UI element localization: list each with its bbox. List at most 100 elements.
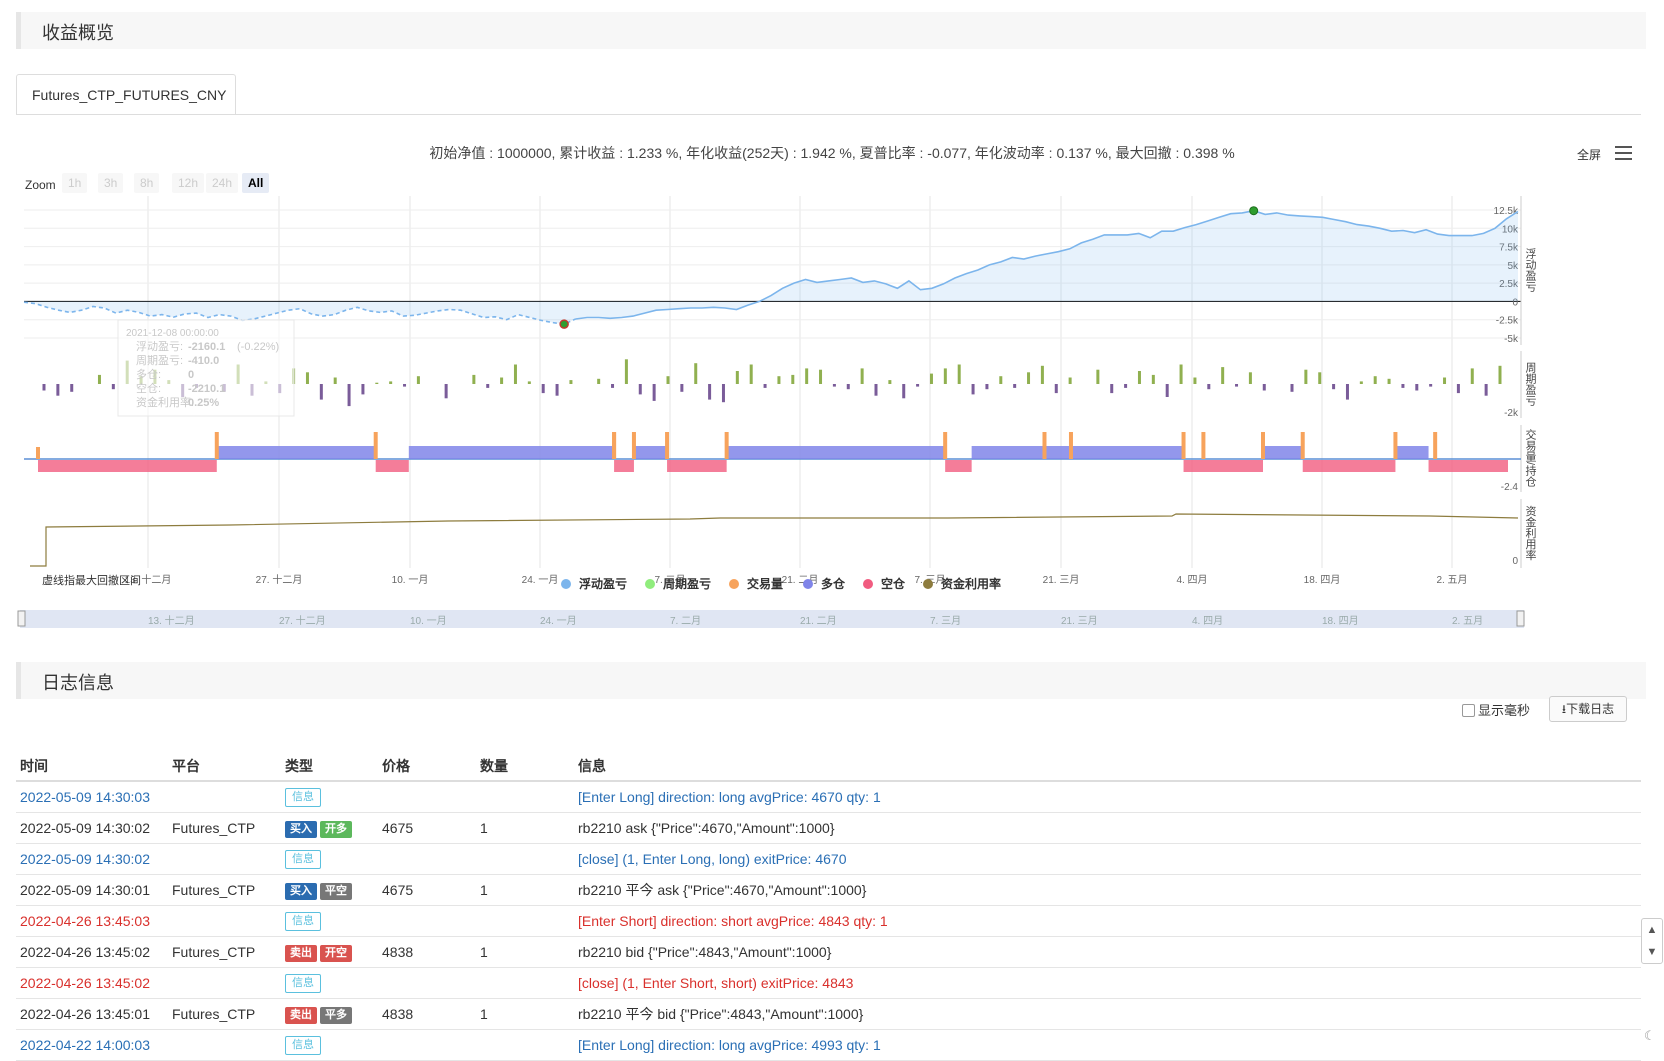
log-time: 2022-05-09 14:30:02 — [16, 812, 168, 844]
navigator-tick: 27. 十二月 — [279, 614, 326, 627]
log-row: 2022-04-22 14:00:03 信息 [Enter Long] direct… — [16, 1029, 1641, 1061]
period-pnl-bar — [1484, 384, 1488, 396]
period-pnl-bar — [1359, 381, 1363, 384]
period-pnl-bar — [680, 384, 684, 392]
navigator-range — [20, 610, 1524, 628]
drawdown-low-marker — [559, 319, 569, 329]
utilization-line — [30, 513, 1519, 567]
period-pnl-bar — [1373, 376, 1377, 384]
pane-title: 周期盈亏 — [1524, 362, 1537, 407]
period-pnl-bar — [749, 364, 753, 384]
log-row: 2022-05-09 14:30:03 信息 [Enter Long] direct… — [16, 781, 1641, 813]
log-time: 2022-05-09 14:30:02 — [16, 843, 168, 875]
period-pnl-bar — [721, 384, 725, 403]
long-position-bar — [408, 446, 615, 459]
period-pnl-bar — [389, 381, 393, 384]
log-row: 2022-04-26 13:45:01 Futures_CTP 卖出 平多 4838 1 r… — [16, 998, 1641, 1030]
log-type-badge: 卖出 — [285, 1006, 317, 1024]
legend-marker — [803, 579, 813, 589]
period-pnl-bar — [1387, 378, 1391, 384]
backtest-chart[interactable]: 12.5k10k7.5k5k2.5k0-2.5k-5k-2k-2.40浮动盈亏周… — [0, 0, 1664, 650]
show-ms-checkbox[interactable] — [1462, 704, 1475, 717]
navigator-tick: 4. 四月 — [1192, 615, 1223, 627]
short-position-bar — [38, 460, 217, 472]
period-pnl-bar — [1193, 377, 1197, 384]
period-pnl-bar — [1068, 377, 1072, 384]
log-type-badge: 买入 — [285, 882, 317, 900]
volume-marker — [1393, 432, 1398, 459]
log-info: [close] (1, Enter Long, long) exitPrice:… — [574, 843, 1641, 875]
period-pnl-bar — [1235, 384, 1239, 387]
log-info: [Enter Short] direction: short avgPrice:… — [574, 905, 1641, 937]
period-pnl-bar — [555, 384, 559, 396]
log-qty: 1 — [476, 874, 574, 906]
y-tick-label: -2.5k — [1496, 316, 1519, 327]
period-pnl-bar — [1429, 384, 1433, 387]
short-position-bar — [1428, 460, 1508, 472]
period-pnl-bar — [1013, 384, 1017, 388]
legend-marker — [729, 579, 739, 589]
long-position-bar — [726, 446, 946, 459]
volume-marker — [1181, 432, 1186, 459]
legend-label: 多仓 — [821, 576, 846, 591]
log-table: 时间 平台 类型 价格 数量 信息 2022-05-09 14:30:03 信息[… — [16, 752, 1641, 1061]
period-pnl-bar — [1179, 364, 1183, 384]
log-row: 2022-05-09 14:30:01 Futures_CTP 买入 平空 4675 1 r… — [16, 874, 1641, 906]
log-time: 2022-04-26 13:45:01 — [16, 998, 168, 1030]
dark-mode-icon[interactable]: ☾ — [1644, 1028, 1656, 1044]
tooltip-label: 浮动盈亏: — [136, 340, 183, 353]
volume-marker — [1300, 432, 1305, 459]
tooltip-value: 0.25% — [188, 397, 219, 409]
period-pnl-bar — [1151, 374, 1155, 384]
period-pnl-bar — [56, 384, 60, 396]
y-tick-label: -5k — [1504, 334, 1519, 345]
navigator-tick: 13. 十二月 — [148, 614, 195, 627]
volume-marker — [943, 432, 948, 459]
period-pnl-bar — [1040, 365, 1044, 384]
log-price: 4675 — [378, 812, 476, 844]
log-row: 2022-04-26 13:45:02 Futures_CTP 卖出 开空 4838 1 r… — [16, 936, 1641, 968]
scroll-up-icon[interactable]: ▲ — [1642, 919, 1662, 941]
volume-marker — [665, 432, 670, 459]
navigator-handle-left — [17, 610, 26, 627]
log-time: 2022-04-26 13:45:03 — [16, 905, 168, 937]
period-pnl-bar — [1415, 384, 1419, 391]
period-pnl-bar — [666, 376, 670, 384]
legend-label: 空仓 — [881, 576, 906, 591]
period-pnl-bar — [638, 384, 642, 395]
period-pnl-bar — [416, 376, 420, 384]
period-pnl-bar — [375, 382, 379, 384]
period-pnl-bar — [971, 384, 975, 395]
log-type-badge: 平多 — [320, 1006, 352, 1024]
log-type-badge: 信息 — [285, 850, 321, 869]
log-time: 2022-04-26 13:45:02 — [16, 936, 168, 968]
period-pnl-bar — [888, 380, 892, 384]
scroll-down-icon[interactable]: ▼ — [1642, 941, 1662, 963]
period-pnl-bar — [472, 374, 476, 384]
show-ms-label: 显示毫秒 — [1478, 703, 1531, 718]
pane-title: 浮动盈亏 — [1524, 248, 1537, 293]
log-price — [378, 1029, 476, 1061]
col-qty: 数量 — [476, 752, 574, 782]
pane-title: 交易量/持仓 — [1524, 428, 1537, 487]
log-platform — [168, 967, 281, 999]
log-platform — [168, 905, 281, 937]
period-pnl-bar — [403, 384, 407, 387]
log-row: 2022-04-26 13:45:02 信息 [close] (1, Enter S… — [16, 967, 1641, 999]
period-pnl-bar — [1096, 369, 1100, 384]
navigator-tick: 18. 四月 — [1322, 615, 1359, 627]
log-type: 信息 — [281, 905, 378, 937]
period-pnl-bar — [42, 384, 46, 391]
tooltip-pct: (-0.22%) — [237, 341, 279, 353]
log-type-badge: 信息 — [285, 788, 321, 807]
log-platform — [168, 781, 281, 813]
short-position-bar — [945, 460, 972, 472]
period-pnl-bar — [319, 384, 323, 400]
tooltip-label: 周期盈亏: — [136, 354, 183, 367]
period-pnl-bar — [444, 384, 448, 399]
download-log-button[interactable]: ⭳下载日志 — [1549, 696, 1627, 722]
x-tick-label: 21. 三月 — [1043, 574, 1080, 586]
log-price: 4838 — [378, 936, 476, 968]
log-type: 信息 — [281, 1029, 378, 1061]
log-qty: 1 — [476, 998, 574, 1030]
